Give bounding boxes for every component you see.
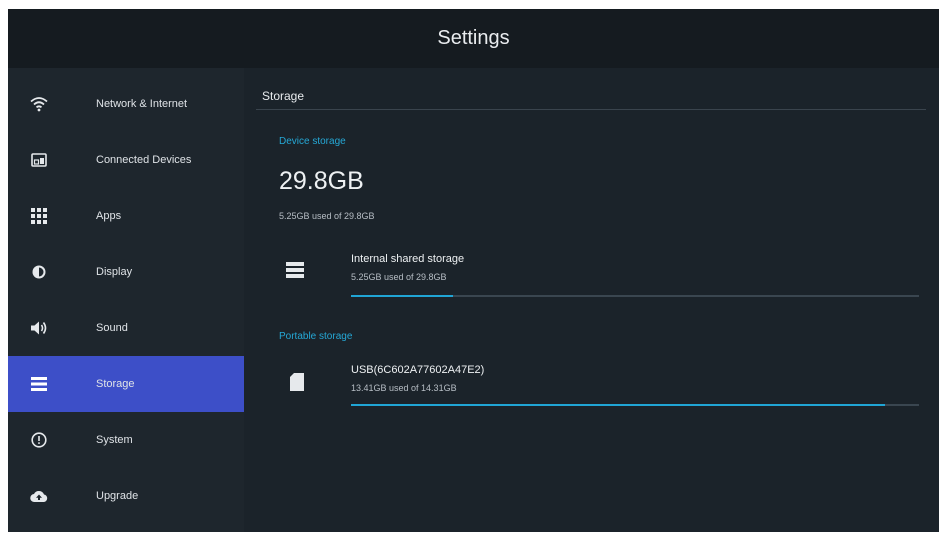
info-icon [30, 431, 48, 449]
sidebar-item-display[interactable]: Display [8, 244, 244, 300]
sidebar-item-label: Connected Devices [96, 154, 192, 166]
internal-storage-row[interactable]: Internal shared storage 5.25GB used of 2… [264, 244, 924, 304]
sidebar-item-system[interactable]: System [8, 412, 244, 468]
sidebar-item-label: Storage [96, 378, 135, 390]
storage-icon [30, 375, 48, 393]
sidebar-item-label: Apps [96, 210, 122, 222]
internal-storage-usage: 5.25GB used of 29.8GB [351, 272, 447, 282]
sidebar-item-connected-devices[interactable]: Connected Devices [8, 132, 244, 188]
usb-storage-usage: 13.41GB used of 14.31GB [351, 383, 457, 393]
sidebar-item-label: Sound [96, 322, 128, 334]
usb-storage-bar-fill [351, 404, 885, 406]
sidebar-item-sound[interactable]: Sound [8, 300, 244, 356]
cloud-upload-icon [30, 487, 48, 505]
sidebar-item-label: Display [96, 266, 133, 278]
volume-icon [30, 319, 48, 337]
sidebar-item-upgrade[interactable]: Upgrade [8, 468, 244, 524]
sidebar-item-network[interactable]: Network & Internet [8, 76, 244, 132]
brightness-icon [30, 263, 48, 281]
wifi-icon [30, 95, 48, 113]
sidebar-item-storage[interactable]: Storage [8, 356, 244, 412]
sd-card-icon [290, 373, 310, 393]
internal-storage-bar [351, 295, 919, 297]
sidebar-item-label: Network & Internet [96, 98, 188, 110]
sidebar-item-label: System [96, 434, 133, 446]
usb-storage-name: USB(6C602A77602A47E2) [351, 364, 485, 376]
sidebar: Network & Internet Connected Devices App… [8, 68, 244, 532]
settings-window: Settings Network & Internet Connected De… [8, 9, 939, 532]
title-divider [256, 109, 926, 110]
usb-storage-row[interactable]: USB(6C602A77602A47E2) 13.41GB used of 14… [264, 353, 924, 413]
sidebar-item-apps[interactable]: Apps [8, 188, 244, 244]
sidebar-item-label: Upgrade [96, 490, 139, 502]
device-storage-summary: 5.25GB used of 29.8GB [279, 211, 375, 221]
page-title: Storage [262, 89, 305, 103]
device-storage-header: Device storage [279, 136, 346, 147]
usb-storage-bar [351, 404, 919, 406]
devices-icon [30, 151, 48, 169]
window-title: Settings [437, 27, 510, 49]
device-storage-total: 29.8GB [279, 167, 364, 195]
storage-panel: Storage Device storage 29.8GB 5.25GB use… [244, 68, 939, 532]
portable-storage-header: Portable storage [279, 331, 353, 342]
internal-storage-name: Internal shared storage [351, 253, 465, 265]
internal-storage-bar-fill [351, 295, 454, 297]
apps-grid-icon [30, 207, 48, 225]
title-bar: Settings [8, 9, 939, 68]
storage-icon [286, 262, 306, 282]
